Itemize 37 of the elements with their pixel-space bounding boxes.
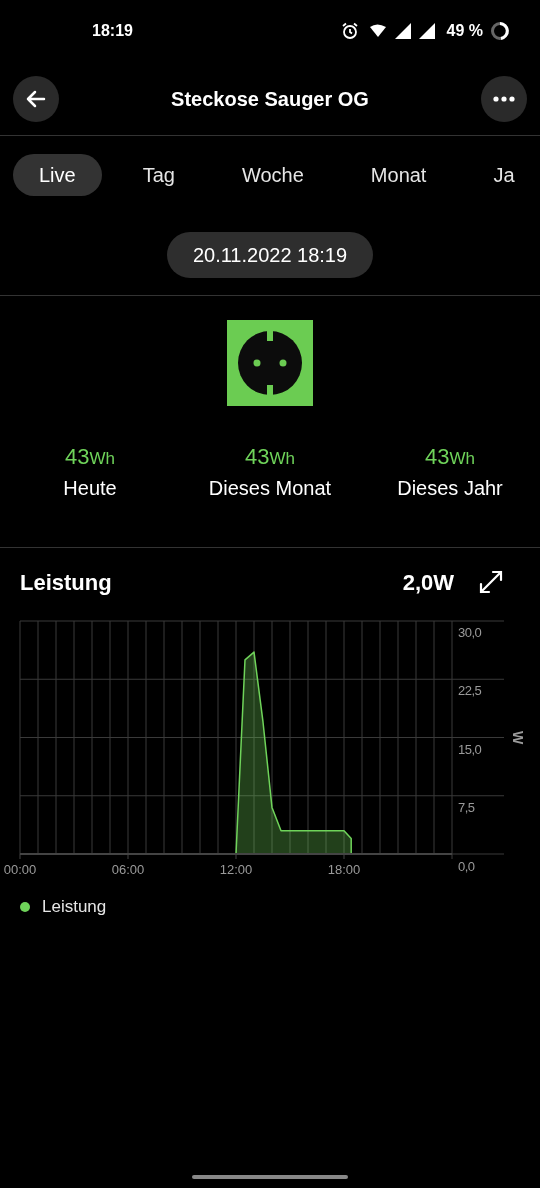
x-axis-label: 18:00 <box>327 862 361 877</box>
status-time: 18:19 <box>92 21 133 41</box>
x-axis-label: 06:00 <box>111 862 145 877</box>
signal-icon <box>418 23 436 39</box>
power-socket-icon <box>227 320 313 406</box>
energy-value: 43Wh <box>425 443 475 471</box>
chart-title: Leistung <box>20 568 112 597</box>
battery-percent: 49 % <box>446 21 483 41</box>
period-tab[interactable]: Ja <box>467 154 540 196</box>
y-axis-label: 7,5 <box>458 799 475 815</box>
battery-icon <box>490 21 510 41</box>
period-tab[interactable]: Tag <box>116 154 201 196</box>
y-axis-label: 0,0 <box>458 859 475 874</box>
y-axis-label: 22,5 <box>458 683 482 699</box>
page-title: Steckose Sauger OG <box>170 86 370 112</box>
signal-icon <box>394 23 412 39</box>
expand-icon[interactable] <box>478 569 504 595</box>
energy-value: 43Wh <box>245 443 295 471</box>
energy-label: Dieses Monat <box>208 476 332 501</box>
energy-label: Heute <box>63 476 117 501</box>
y-axis-label: 15,0 <box>458 741 482 757</box>
alarm-icon <box>340 22 359 40</box>
period-tab[interactable]: Woche <box>215 154 330 196</box>
date-pill[interactable]: 20.11.2022 18:19 <box>166 231 374 278</box>
more-button[interactable] <box>481 75 527 122</box>
energy-label: Dieses Jahr <box>397 476 503 501</box>
y-axis-label: 30,0 <box>458 625 482 640</box>
back-button[interactable] <box>13 75 59 122</box>
period-tab[interactable]: Monat <box>344 154 453 196</box>
energy-value: 43Wh <box>65 443 115 471</box>
y-axis-title: W <box>510 730 526 745</box>
power-reading: 2,0W <box>402 568 454 597</box>
x-axis-label: 00:00 <box>3 862 37 877</box>
x-axis-label: 12:00 <box>219 862 253 877</box>
legend-label: Leistung <box>42 896 107 918</box>
period-tab[interactable]: Live <box>13 154 102 196</box>
more-icon <box>493 95 515 102</box>
